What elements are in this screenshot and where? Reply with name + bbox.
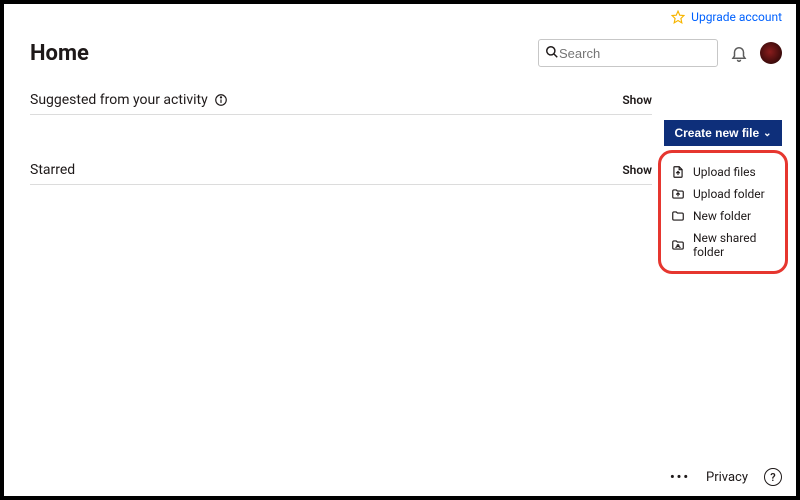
shared-folder-icon bbox=[671, 238, 685, 252]
menu-item-label: Upload folder bbox=[693, 187, 765, 201]
starred-show-button[interactable]: Show bbox=[622, 163, 652, 177]
menu-item-label: New shared folder bbox=[693, 231, 775, 259]
file-upload-icon bbox=[671, 165, 685, 179]
help-button[interactable]: ? bbox=[764, 468, 782, 486]
chevron-down-icon: ⌄ bbox=[763, 128, 771, 139]
privacy-link[interactable]: Privacy bbox=[706, 470, 748, 485]
page-title: Home bbox=[30, 41, 89, 66]
folder-upload-icon bbox=[671, 187, 685, 201]
avatar[interactable] bbox=[760, 42, 782, 64]
more-options-button[interactable]: ••• bbox=[670, 470, 690, 485]
menu-item-new-shared-folder[interactable]: New shared folder bbox=[669, 227, 777, 263]
suggested-show-button[interactable]: Show bbox=[622, 93, 652, 107]
notifications-icon[interactable] bbox=[730, 44, 748, 62]
section-starred: Starred Show bbox=[30, 162, 652, 185]
section-suggested: Suggested from your activity Show bbox=[30, 92, 652, 115]
upgrade-account-link[interactable]: Upgrade account bbox=[691, 10, 782, 24]
section-suggested-title: Suggested from your activity bbox=[30, 92, 208, 108]
search-icon bbox=[545, 44, 559, 63]
menu-item-label: Upload files bbox=[693, 165, 756, 179]
search-input[interactable] bbox=[559, 46, 711, 61]
star-icon bbox=[671, 10, 685, 24]
info-icon[interactable] bbox=[214, 93, 228, 107]
menu-item-upload-folder[interactable]: Upload folder bbox=[669, 183, 777, 205]
folder-icon bbox=[671, 209, 685, 223]
menu-item-new-folder[interactable]: New folder bbox=[669, 205, 777, 227]
create-new-file-button[interactable]: Create new file ⌄ bbox=[664, 120, 782, 146]
create-menu: Upload files Upload folder New folder Ne… bbox=[658, 150, 788, 274]
create-new-file-label: Create new file bbox=[674, 126, 759, 140]
menu-item-label: New folder bbox=[693, 209, 751, 223]
search-input-wrapper[interactable] bbox=[538, 39, 718, 67]
menu-item-upload-files[interactable]: Upload files bbox=[669, 161, 777, 183]
section-starred-title: Starred bbox=[30, 162, 75, 178]
